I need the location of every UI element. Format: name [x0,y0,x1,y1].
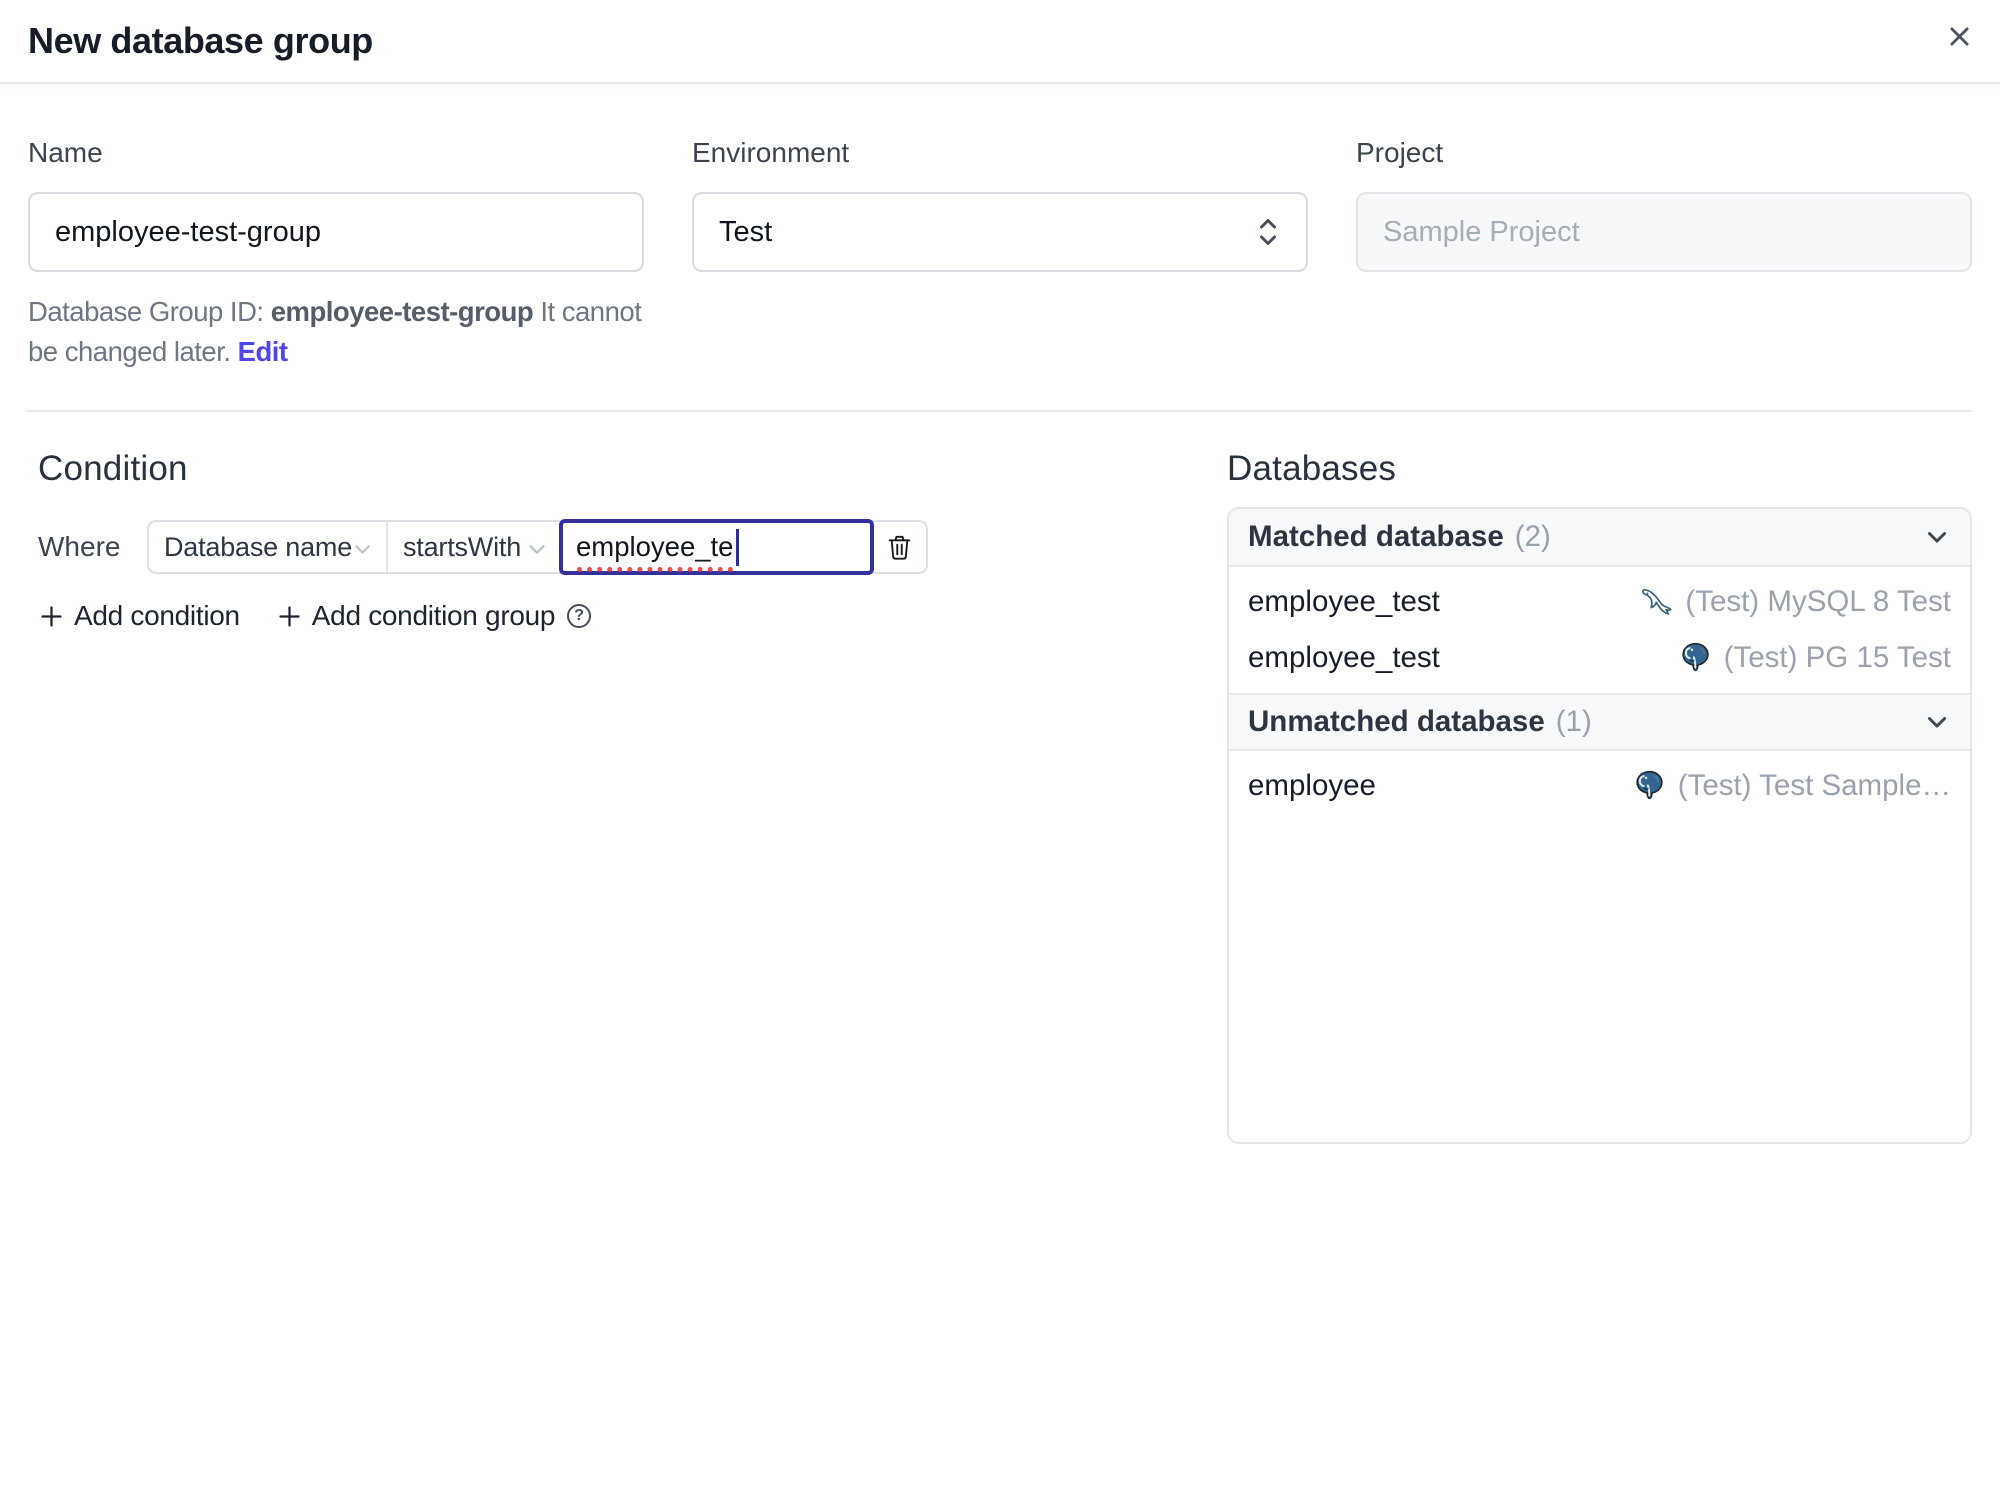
edit-link[interactable]: Edit [238,336,288,367]
condition-heading: Condition [38,449,188,488]
name-input-box [28,192,644,272]
add-condition-group-label: Add condition group [311,600,556,631]
factor-value: Database name [164,531,353,562]
dialog-header: New database group [0,0,2000,84]
factor-select[interactable]: Database name [149,522,386,572]
database-instance: (Test) Test Sample… [1632,769,1951,804]
environment-select[interactable]: Test [692,192,1308,272]
database-row[interactable]: employee_test (Test) MySQL 8 Test [1229,574,1970,630]
environment-label: Environment [692,137,850,168]
database-row[interactable]: employee_test (Test) PG 15 Test [1229,630,1970,686]
matched-database-label: Matched database [1248,520,1504,553]
project-value: Sample Project [1383,215,1580,248]
group-id-value: employee-test-group [270,296,534,327]
group-id-prefix: Database Group ID: [28,296,264,327]
database-name: employee [1248,769,1376,802]
add-condition-group-button[interactable]: Add condition group [276,600,555,632]
chevron-down-icon [1927,532,1947,543]
database-name: employee_test [1248,641,1440,674]
name-label: Name [28,137,103,168]
unmatched-database-label: Unmatched database [1248,705,1545,738]
postgres-icon [1632,769,1667,804]
group-id-helper: Database Group ID: employee-test-group I… [28,292,644,372]
section-divider [25,410,1972,412]
postgres-icon [1678,641,1713,676]
database-instance: (Test) PG 15 Test [1678,641,1951,676]
chevron-down-icon [1927,717,1947,728]
project-input-box: Sample Project [1356,192,1972,272]
name-field-block: Name Database Group ID: employee-test-gr… [28,133,644,372]
matched-database-rows: employee_test (Test) MySQL 8 Test employ… [1229,567,1970,693]
condition-section: Condition Where Database name startsWith [28,446,1227,632]
condition-value-input[interactable]: employee_te [559,519,874,575]
trash-icon [888,535,910,560]
close-icon [1949,26,1969,46]
dialog-body: Name Database Group ID: employee-test-gr… [0,133,2000,1144]
unmatched-database-count: (1) [1555,705,1592,738]
unmatched-database-header[interactable]: Unmatched database (1) [1229,693,1970,751]
add-condition-button[interactable]: Add condition [38,600,240,632]
database-instance: (Test) MySQL 8 Test [1638,584,1951,620]
chevron-up-down-icon [1260,219,1276,245]
plus-icon [41,605,62,627]
matched-database-header[interactable]: Matched database (2) [1229,509,1970,567]
chevron-down-icon [355,544,370,554]
condition-expression-group: Database name startsWith employee_te [147,519,928,575]
condition-row: Where Database name startsWith employee_… [38,519,1227,575]
text-cursor [736,528,740,566]
databases-section: Databases Matched database (2) employee_… [1227,446,1972,1144]
database-name: employee_test [1248,585,1440,618]
help-icon[interactable]: ? [567,604,592,628]
operator-value: startsWith [403,531,522,562]
unmatched-database-rows: employee (Test) Test Sample… [1229,751,1970,821]
new-database-group-dialog: New database group Name Database Group I… [0,0,2000,1500]
environment-value: Test [719,215,773,248]
matched-database-count: (2) [1514,520,1551,553]
group-form: Name Database Group ID: employee-test-gr… [28,133,1972,372]
databases-panel: Matched database (2) employee_test (Test… [1227,507,1972,1144]
mysql-icon [1638,584,1674,620]
where-label: Where [38,531,121,562]
close-button[interactable] [1944,21,1974,51]
databases-heading: Databases [1227,449,1397,488]
remove-condition-button[interactable] [872,522,926,572]
name-input[interactable] [55,215,617,249]
add-condition-label: Add condition [74,600,240,631]
project-label: Project [1356,137,1444,168]
plus-icon [279,605,300,627]
condition-actions: Add condition Add condition group ? [38,600,1227,632]
chevron-down-icon [529,544,545,554]
dialog-title: New database group [28,20,373,61]
environment-field-block: Environment Test [692,133,1308,372]
lower-section: Condition Where Database name startsWith [28,446,1972,1144]
project-field-block: Project Sample Project [1356,133,1972,372]
condition-value-text: employee_te [576,531,734,572]
database-row[interactable]: employee (Test) Test Sample… [1229,758,1970,814]
operator-select[interactable]: startsWith [386,522,561,572]
